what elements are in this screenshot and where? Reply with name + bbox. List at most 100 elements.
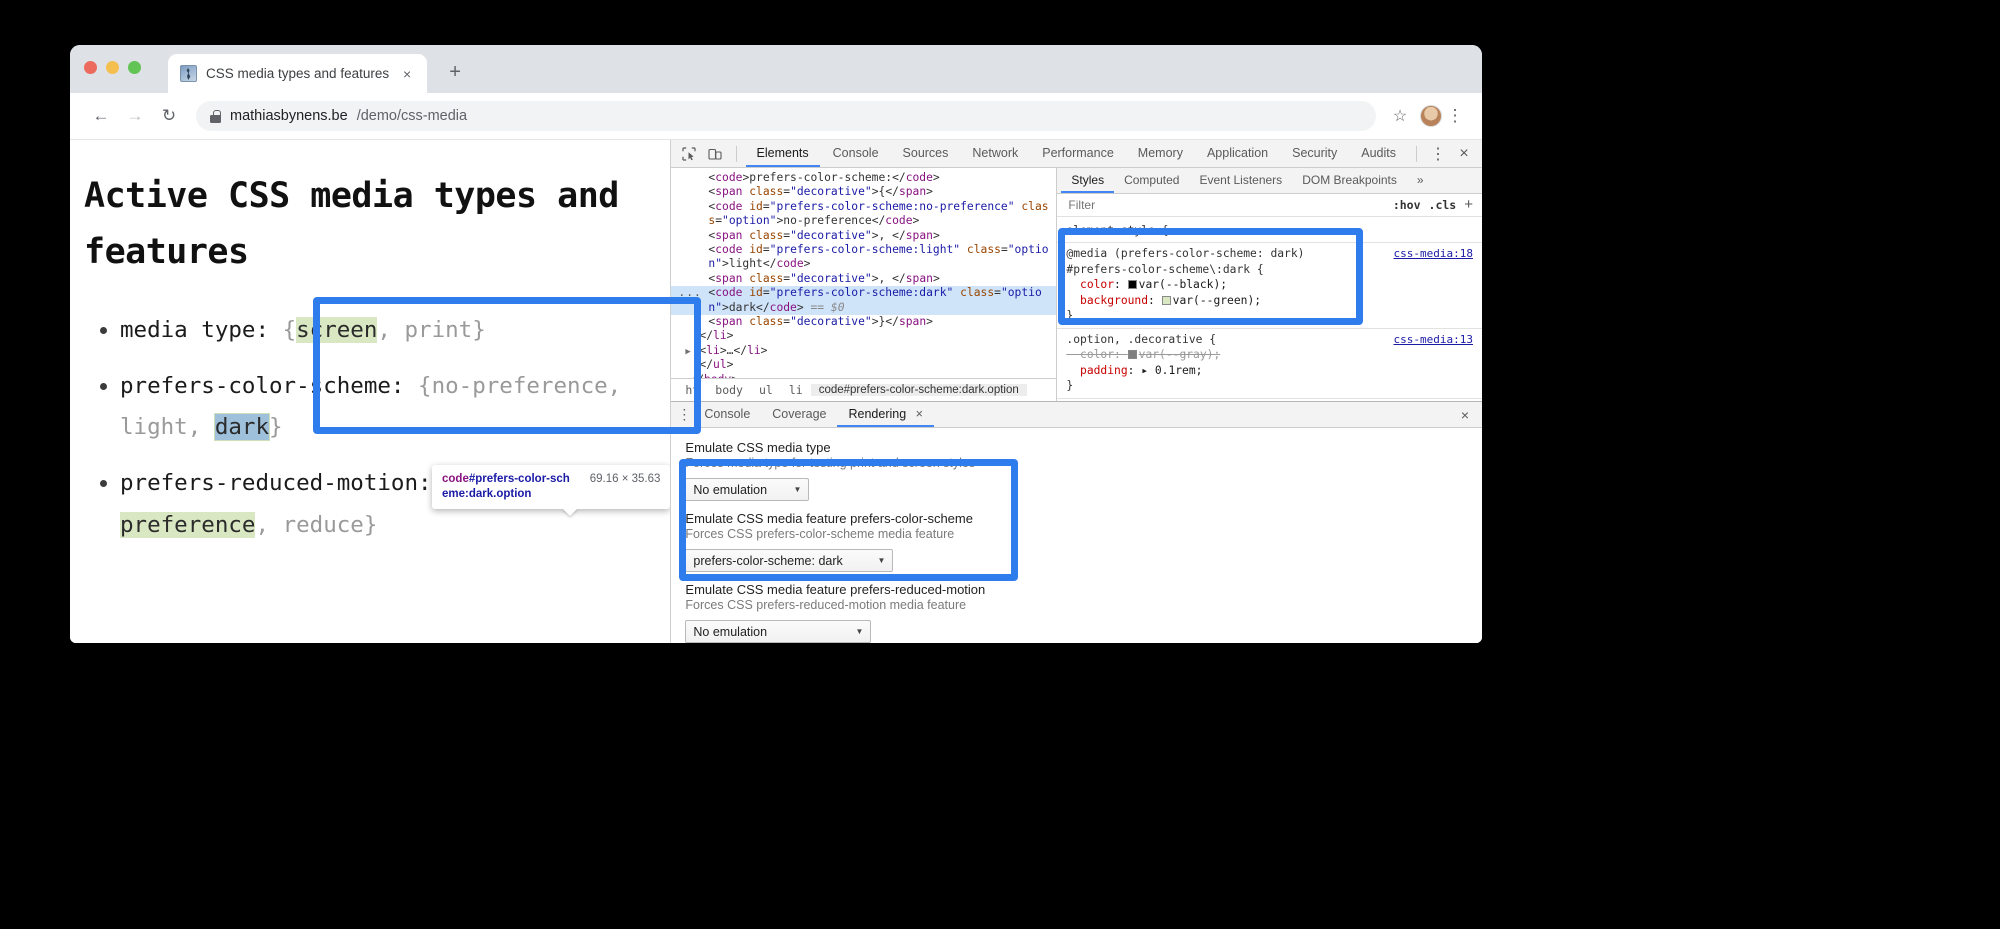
declaration-color[interactable]: color: var(--black);: [1066, 277, 1474, 293]
bookmark-star-icon[interactable]: ☆: [1386, 106, 1414, 126]
section-subtitle: Forces CSS prefers-reduced-motion media …: [685, 598, 1468, 612]
device-toolbar-icon[interactable]: [703, 143, 727, 165]
style-rule-user-agent[interactable]: user agent stylesheet code {: [1057, 399, 1482, 401]
style-rule-media-dark[interactable]: css-media:18 @media (prefers-color-schem…: [1057, 243, 1482, 329]
reload-button[interactable]: ↻: [152, 99, 186, 133]
media-type-label: media type:: [120, 317, 283, 343]
minimize-window-button[interactable]: [106, 61, 119, 74]
pcs-dark-selected[interactable]: dark: [215, 414, 269, 440]
breadcrumb-item-body[interactable]: body: [707, 383, 751, 397]
dom-node[interactable]: <span class="decorative">, </span>: [671, 272, 1056, 286]
style-source-link[interactable]: css-media:18: [1394, 246, 1473, 262]
rendering-panel: Emulate CSS media type Forces media type…: [671, 428, 1482, 643]
drawer-tab-coverage[interactable]: Coverage: [761, 402, 837, 427]
styles-tabbar: Styles Computed Event Listeners DOM Brea…: [1057, 168, 1482, 194]
browser-toolbar: ← → ↻ mathiasbynens.be/demo/css-media ☆ …: [70, 93, 1482, 140]
breadcrumb-item-ht[interactable]: ht: [677, 383, 707, 397]
tab-performance[interactable]: Performance: [1031, 140, 1125, 167]
style-source-link[interactable]: css-media:13: [1394, 332, 1473, 348]
breadcrumb-item-li[interactable]: li: [781, 383, 811, 397]
profile-avatar[interactable]: [1420, 105, 1442, 127]
style-rule-option-decorative[interactable]: css-media:13 .option, .decorative { colo…: [1057, 329, 1482, 399]
browser-menu-icon[interactable]: ⋮: [1442, 106, 1468, 126]
devtools-menu-icon[interactable]: ⋮: [1426, 143, 1450, 165]
declaration-background[interactable]: background: var(--green);: [1066, 293, 1474, 309]
devtools-main: <code>prefers-color-scheme:</code><span …: [671, 168, 1482, 401]
media-type-select[interactable]: No emulation ▼: [685, 478, 809, 501]
tab-network[interactable]: Network: [961, 140, 1029, 167]
dom-node[interactable]: ▶<li>…</li>: [671, 344, 1056, 358]
address-bar[interactable]: mathiasbynens.be/demo/css-media: [196, 101, 1376, 131]
dom-token: code: [776, 257, 803, 270]
tab-security[interactable]: Security: [1281, 140, 1348, 167]
drawer-menu-icon[interactable]: ⋮: [675, 406, 693, 423]
dom-node[interactable]: <span class="decorative">{</span>: [671, 185, 1056, 199]
dom-token: "prefers-color-scheme:no-preference": [770, 200, 1015, 213]
tab-memory[interactable]: Memory: [1127, 140, 1194, 167]
tab-sources[interactable]: Sources: [892, 140, 960, 167]
styles-tabs-overflow-icon[interactable]: »: [1407, 168, 1434, 193]
styles-filter-input[interactable]: [1066, 197, 1384, 213]
breadcrumb-item-code[interactable]: code#prefers-color-scheme:dark.option: [811, 384, 1027, 396]
dom-token: >: [933, 171, 940, 184]
dom-token: </: [872, 214, 886, 227]
dom-node[interactable]: <code id="prefers-color-scheme:no-prefer…: [671, 200, 1056, 229]
chevron-down-icon: ▼: [793, 485, 801, 494]
dom-token: "decorative": [790, 185, 872, 198]
dom-token: >: [731, 373, 738, 378]
styles-rules-list[interactable]: element.style { } css-media:18 @media (p…: [1057, 217, 1482, 401]
color-swatch[interactable]: [1128, 350, 1137, 359]
tab-event-listeners[interactable]: Event Listeners: [1189, 168, 1292, 193]
dom-node[interactable]: <code id="prefers-color-scheme:light" cl…: [671, 243, 1056, 272]
tab-title: CSS media types and features: [206, 66, 389, 81]
close-tab-icon[interactable]: ×: [398, 65, 416, 83]
browser-tab[interactable]: CSS media types and features ×: [168, 54, 427, 93]
dom-node[interactable]: <span class="decorative">, </span>: [671, 229, 1056, 243]
declaration-padding[interactable]: padding: ▸ 0.1rem;: [1066, 363, 1474, 379]
tab-computed[interactable]: Computed: [1114, 168, 1189, 193]
maximize-window-button[interactable]: [128, 61, 141, 74]
tab-styles[interactable]: Styles: [1061, 168, 1114, 193]
dom-node[interactable]: </ul>: [671, 358, 1056, 372]
close-devtools-icon[interactable]: ×: [1452, 143, 1476, 165]
tab-audits[interactable]: Audits: [1350, 140, 1407, 167]
dom-node[interactable]: </body>: [671, 373, 1056, 378]
dom-token: >: [872, 229, 879, 242]
tab-application[interactable]: Application: [1196, 140, 1279, 167]
drawer-tab-console[interactable]: Console: [693, 402, 761, 427]
dom-token: =: [763, 243, 770, 256]
dom-token: </: [763, 257, 777, 270]
dom-node[interactable]: <code>prefers-color-scheme:</code>: [671, 171, 1056, 185]
drawer-tab-rendering-close-icon[interactable]: ×: [916, 407, 923, 421]
prefers-color-scheme-select[interactable]: prefers-color-scheme: dark ▼: [685, 549, 893, 572]
inspect-element-icon[interactable]: [677, 143, 701, 165]
drawer-tab-rendering[interactable]: Rendering ×: [837, 402, 933, 427]
close-window-button[interactable]: [84, 61, 97, 74]
dom-token: "decorative": [790, 315, 872, 328]
dom-node[interactable]: <span class="decorative">}</span>: [671, 315, 1056, 329]
dom-node-selected[interactable]: ...<code id="prefers-color-scheme:dark" …: [671, 286, 1056, 315]
expand-arrow-icon[interactable]: ▶: [685, 345, 690, 359]
breadcrumb-item-ul[interactable]: ul: [751, 383, 781, 397]
new-style-rule-button[interactable]: +: [1464, 196, 1473, 213]
dom-node[interactable]: </li>: [671, 329, 1056, 343]
tab-dom-breakpoints[interactable]: DOM Breakpoints: [1292, 168, 1407, 193]
tab-console[interactable]: Console: [822, 140, 890, 167]
forward-button[interactable]: →: [118, 99, 152, 133]
media-type-active: screen: [296, 317, 377, 343]
close-drawer-icon[interactable]: ×: [1452, 407, 1478, 423]
element-style-rule[interactable]: element.style { }: [1057, 220, 1482, 244]
back-button[interactable]: ←: [84, 99, 118, 133]
tab-elements[interactable]: Elements: [746, 140, 820, 167]
prm-reduce: reduce: [283, 512, 364, 538]
new-tab-button[interactable]: +: [443, 60, 467, 84]
color-swatch[interactable]: [1128, 280, 1137, 289]
dom-tree[interactable]: <code>prefers-color-scheme:</code><span …: [671, 168, 1056, 378]
hov-toggle[interactable]: :hov: [1393, 198, 1421, 212]
devtools-panel: Elements Console Sources Network Perform…: [671, 140, 1482, 643]
color-swatch[interactable]: [1162, 296, 1171, 305]
declaration-color-overridden[interactable]: color: var(--gray);: [1066, 347, 1474, 363]
devtools-toolbar-right: ⋮ ×: [1409, 143, 1476, 165]
cls-toggle[interactable]: .cls: [1429, 198, 1457, 212]
prefers-reduced-motion-select[interactable]: No emulation ▼: [685, 620, 871, 643]
